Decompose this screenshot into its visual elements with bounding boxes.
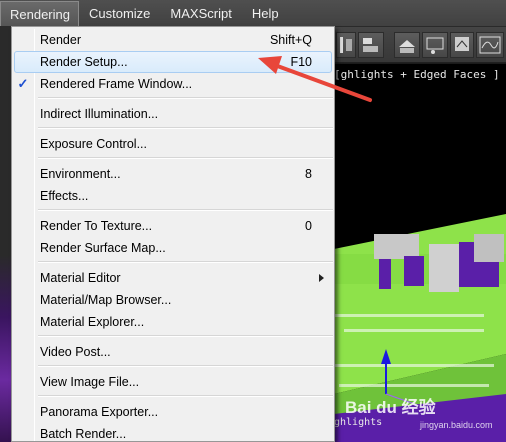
menu-item-environment[interactable]: Environment... 8: [14, 163, 332, 185]
menu-item-label: View Image File...: [40, 375, 140, 389]
layer-manager-icon[interactable]: [358, 32, 384, 58]
menu-item-label: Render Surface Map...: [40, 241, 166, 255]
menu-item-shortcut: 8: [305, 167, 312, 181]
menu-item-material-editor[interactable]: Material Editor: [14, 267, 332, 289]
menu-item-material-map-browser[interactable]: Material/Map Browser...: [14, 289, 332, 311]
viewport-label[interactable]: [ghlights + Edged Faces ]: [334, 68, 500, 81]
menu-item-label: Material Editor: [40, 271, 121, 285]
menu-item-exposure-control[interactable]: Exposure Control...: [14, 133, 332, 155]
menu-item-view-image-file[interactable]: View Image File...: [14, 371, 332, 393]
menu-item-label: Render Setup...: [40, 55, 128, 69]
menu-separator: [38, 365, 333, 367]
menu-item-shortcut: 0: [305, 219, 312, 233]
viewport-scene: [334, 64, 506, 442]
submenu-arrow-icon: [319, 274, 324, 282]
menu-item-label: Material/Map Browser...: [40, 293, 172, 307]
menu-item-shortcut: Shift+Q: [269, 33, 312, 47]
menubar: Rendering Customize MAXScript Help: [0, 0, 506, 27]
menu-item-label: Panorama Exporter...: [40, 405, 159, 419]
menu-item-label: Effects...: [40, 189, 89, 203]
menu-item-rendered-frame-window[interactable]: ✓ Rendered Frame Window...: [14, 73, 332, 95]
menu-separator: [38, 335, 333, 337]
menu-item-effects[interactable]: Effects...: [14, 185, 332, 207]
align-icon[interactable]: [336, 32, 356, 58]
menu-item-render-to-texture[interactable]: Render To Texture... 0: [14, 215, 332, 237]
menu-help[interactable]: Help: [242, 0, 289, 26]
curve-editor-icon[interactable]: [422, 32, 448, 58]
menu-customize[interactable]: Customize: [79, 0, 160, 26]
menu-item-label: Batch Render...: [40, 427, 127, 441]
menu-item-label: Exposure Control...: [40, 137, 147, 151]
watermark-url: jingyan.baidu.com: [420, 420, 493, 430]
menu-separator: [38, 261, 333, 263]
menu-maxscript[interactable]: MAXScript: [160, 0, 241, 26]
menu-item-indirect-illumination[interactable]: Indirect Illumination...: [14, 103, 332, 125]
rendering-dropdown-menu: Render Shift+Q Render Setup... F10 ✓ Ren…: [11, 26, 335, 442]
menu-item-panorama-exporter[interactable]: Panorama Exporter...: [14, 401, 332, 423]
menu-item-label: Environment...: [40, 167, 121, 181]
perspective-viewport[interactable]: [ghlights + Edged Faces ] ghlights: [334, 64, 506, 442]
menu-item-label: Render: [40, 33, 81, 47]
checkmark-icon: ✓: [17, 76, 29, 91]
schematic-view-icon[interactable]: [450, 32, 474, 58]
viewport-label-lower: ghlights: [334, 417, 383, 428]
menu-rendering[interactable]: Rendering: [0, 1, 79, 26]
menu-item-video-post[interactable]: Video Post...: [14, 341, 332, 363]
main-toolbar: [334, 27, 506, 63]
menu-item-label: Rendered Frame Window...: [40, 77, 193, 91]
menu-separator: [38, 395, 333, 397]
menu-item-material-explorer[interactable]: Material Explorer...: [14, 311, 332, 333]
menu-item-render-setup[interactable]: Render Setup... F10: [14, 51, 332, 73]
scene-explorer-icon[interactable]: [394, 32, 420, 58]
menu-item-batch-render[interactable]: Batch Render...: [14, 423, 332, 441]
track-view-icon[interactable]: [476, 32, 504, 58]
menu-item-label: Material Explorer...: [40, 315, 145, 329]
menu-item-render[interactable]: Render Shift+Q: [14, 29, 332, 51]
menu-item-render-surface-map[interactable]: Render Surface Map...: [14, 237, 332, 259]
menu-separator: [38, 157, 333, 159]
menu-separator: [38, 97, 333, 99]
menu-item-shortcut: F10: [290, 55, 312, 69]
menu-item-label: Indirect Illumination...: [40, 107, 159, 121]
menu-separator: [38, 127, 333, 129]
menu-item-label: Video Post...: [40, 345, 111, 359]
menu-separator: [38, 209, 333, 211]
watermark-logo: Bai du 经验: [345, 398, 436, 417]
menu-item-label: Render To Texture...: [40, 219, 153, 233]
